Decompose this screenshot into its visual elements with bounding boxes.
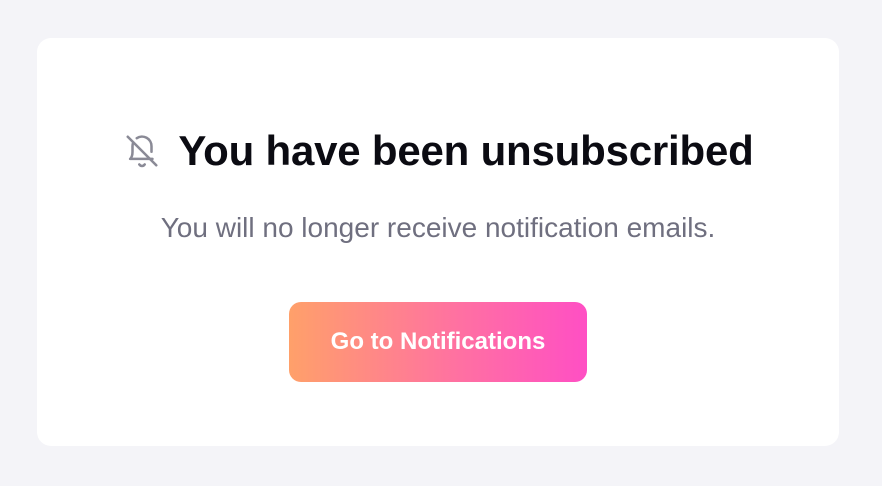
page-title: You have been unsubscribed xyxy=(178,127,754,174)
title-row: You have been unsubscribed xyxy=(37,126,839,176)
confirmation-message: You will no longer receive notification … xyxy=(160,212,716,243)
unsubscribe-card: You have been unsubscribed You will no l… xyxy=(37,38,839,446)
go-to-notifications-button[interactable]: Go to Notifications xyxy=(289,302,587,382)
bell-off-icon xyxy=(122,131,162,171)
